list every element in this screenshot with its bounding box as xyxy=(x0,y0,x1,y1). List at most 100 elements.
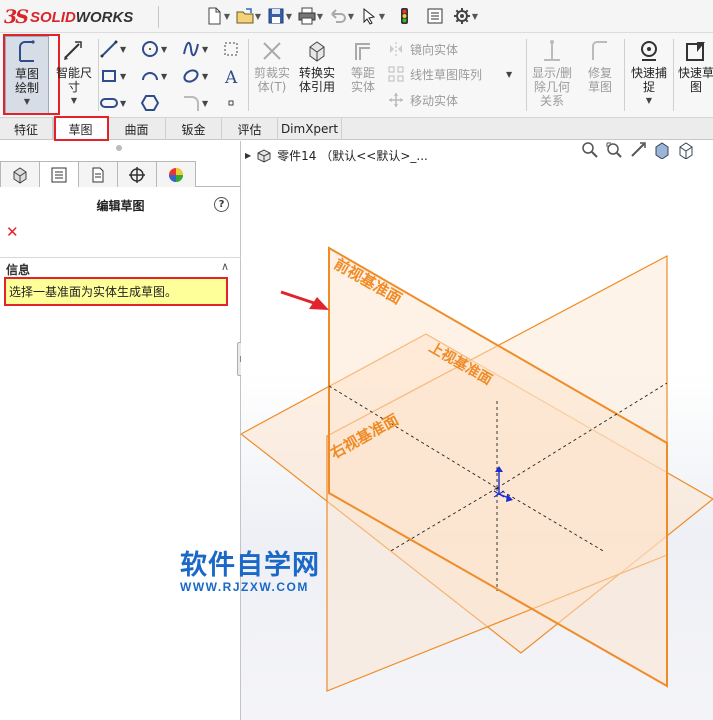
watermark: 软件自学网 WWW.RJZXW.COM xyxy=(180,550,320,595)
chevron-down-icon[interactable]: ▼ xyxy=(202,99,208,108)
offset-entities-button[interactable]: 等距实体 xyxy=(341,36,385,114)
help-icon[interactable]: ? xyxy=(214,197,229,212)
construction-geometry-tool[interactable] xyxy=(222,38,250,60)
chevron-down-icon[interactable]: ▼ xyxy=(202,45,208,54)
rapid-sketch-button[interactable]: 快速草图 xyxy=(676,36,713,114)
chevron-down-icon[interactable]: ▼ xyxy=(317,12,323,21)
chevron-up-icon[interactable]: ∧ xyxy=(221,260,229,273)
view-orientation-icon[interactable] xyxy=(677,141,695,159)
tab-sheet-metal[interactable]: 钣金 xyxy=(166,118,222,140)
ellipse-tool[interactable]: ▼ xyxy=(182,65,210,87)
chevron-down-icon[interactable]: ▼ xyxy=(161,72,167,81)
rectangle-icon xyxy=(102,70,116,82)
convert-entities-button[interactable]: 转换实体引用 xyxy=(295,36,339,114)
file-properties-icon xyxy=(427,8,442,24)
chevron-down-icon[interactable]: ▼ xyxy=(286,12,292,21)
quick-snaps-button[interactable]: 快速捕捉 ▼ xyxy=(627,36,671,114)
open-folder-icon xyxy=(236,8,254,24)
trim-icon xyxy=(263,42,281,60)
select-button[interactable]: ▼ xyxy=(358,5,387,27)
chevron-down-icon[interactable]: ▼ xyxy=(379,12,385,21)
chevron-down-icon[interactable]: ▼ xyxy=(255,12,261,21)
section-view-icon[interactable] xyxy=(653,141,671,159)
title-bar: 3S SOLIDWORKS ▼ ▼ ▼ ▼ ▼ ▼ ▼ xyxy=(0,0,713,33)
chevron-down-icon[interactable]: ▼ xyxy=(71,94,77,108)
rebuild-button[interactable] xyxy=(389,5,418,27)
property-manager-tab[interactable] xyxy=(39,161,79,187)
mirror-entities-button[interactable]: 镜向实体 xyxy=(388,38,458,60)
file-properties-button[interactable] xyxy=(420,5,449,27)
svg-text:A: A xyxy=(224,68,238,85)
configuration-manager-tab[interactable] xyxy=(78,161,118,187)
chevron-down-icon[interactable]: ▼ xyxy=(24,95,30,109)
linear-pattern-button[interactable]: 线性草图阵列 ▼ xyxy=(388,63,512,85)
reference-planes: 前视基准面 上视基准面 右视基准面 xyxy=(241,246,713,692)
open-button[interactable]: ▼ xyxy=(234,5,263,27)
sketch-button[interactable]: 草图绘制 ▼ xyxy=(5,36,49,114)
mirror-icon xyxy=(390,42,402,56)
polygon-tool[interactable] xyxy=(141,92,169,114)
traffic-light-icon xyxy=(400,8,408,24)
fillet-tool[interactable]: ▼ xyxy=(182,92,210,114)
chevron-down-icon[interactable]: ▼ xyxy=(120,99,126,108)
tab-features[interactable]: 特征 xyxy=(0,118,53,140)
fillet-icon xyxy=(184,96,199,111)
trim-entities-button[interactable]: 剪裁实体(T) xyxy=(250,36,294,114)
chevron-down-icon[interactable]: ▼ xyxy=(348,12,354,21)
watermark-url: WWW.RJZXW.COM xyxy=(180,580,309,594)
print-button[interactable]: ▼ xyxy=(296,5,325,27)
chevron-down-icon[interactable]: ▼ xyxy=(646,94,652,108)
chevron-down-icon[interactable]: ▼ xyxy=(472,12,478,21)
show-delete-relations-button[interactable]: 显示/删除几何关系 xyxy=(528,36,576,114)
zoom-fit-icon[interactable] xyxy=(581,141,599,159)
tab-sketch[interactable]: 草图 xyxy=(53,118,108,140)
rectangle-tool[interactable]: ▼ xyxy=(100,65,128,87)
show-delete-relations-label: 显示/删除几何关系 xyxy=(531,66,573,108)
repair-sketch-icon xyxy=(592,41,607,60)
red-arrow-annotation xyxy=(280,290,329,310)
info-section-header[interactable]: 信息 ∧ xyxy=(0,257,241,277)
chevron-down-icon[interactable]: ▼ xyxy=(506,70,512,79)
chevron-down-icon[interactable]: ▼ xyxy=(161,45,167,54)
slot-tool[interactable]: ▼ xyxy=(100,92,128,114)
point-tool[interactable] xyxy=(222,92,250,114)
mirror-label: 镜向实体 xyxy=(410,42,459,57)
chevron-down-icon[interactable]: ▼ xyxy=(202,72,208,81)
options-button[interactable]: ▼ xyxy=(451,5,480,27)
close-icon[interactable]: ✕ xyxy=(6,223,19,241)
graphics-area[interactable]: 前视基准面 上视基准面 右视基准面 ▶ 零件14 （默认<<默认>_... xyxy=(241,141,713,720)
dimxpert-manager-tab[interactable] xyxy=(117,161,157,187)
feature-tree-icon xyxy=(13,166,27,184)
move-icon xyxy=(389,93,403,107)
separator xyxy=(624,39,625,111)
expand-arrow-icon[interactable]: ▶ xyxy=(245,151,251,160)
tab-dimxpert[interactable]: DimXpert xyxy=(278,118,342,140)
undo-button[interactable]: ▼ xyxy=(327,5,356,27)
zoom-area-icon[interactable] xyxy=(605,141,623,159)
display-manager-tab[interactable] xyxy=(156,161,196,187)
spline-tool[interactable]: ▼ xyxy=(182,38,210,60)
chevron-down-icon[interactable]: ▼ xyxy=(224,12,230,21)
smart-dimension-button[interactable]: 智能尺寸 ▼ xyxy=(52,36,96,114)
save-button[interactable]: ▼ xyxy=(265,5,294,27)
repair-sketch-button[interactable]: 修复草图 xyxy=(580,36,620,114)
chevron-down-icon[interactable]: ▼ xyxy=(120,72,126,81)
move-entities-button[interactable]: 移动实体 xyxy=(388,89,458,111)
tab-evaluate[interactable]: 评估 xyxy=(222,118,278,140)
tab-surfaces[interactable]: 曲面 xyxy=(108,118,166,140)
logo-solid: SOLID xyxy=(29,8,76,26)
previous-view-icon[interactable] xyxy=(629,141,647,159)
panel-splitter[interactable] xyxy=(116,145,122,151)
feature-manager-tab[interactable] xyxy=(0,161,40,187)
spline-icon xyxy=(183,41,199,57)
line-tool[interactable]: ▼ xyxy=(100,38,128,60)
text-tool[interactable]: A xyxy=(222,65,250,87)
configuration-icon xyxy=(92,167,104,182)
feature-tree-root[interactable]: ▶ 零件14 （默认<<默认>_... xyxy=(245,147,428,164)
circle-tool[interactable]: ▼ xyxy=(141,38,169,60)
new-document-button[interactable]: ▼ xyxy=(203,5,232,27)
chevron-down-icon[interactable]: ▼ xyxy=(120,45,126,54)
watermark-text: 软件自学网 xyxy=(180,550,320,581)
trim-label: 剪裁实体(T) xyxy=(253,66,290,94)
arc-tool[interactable]: ▼ xyxy=(141,65,169,87)
